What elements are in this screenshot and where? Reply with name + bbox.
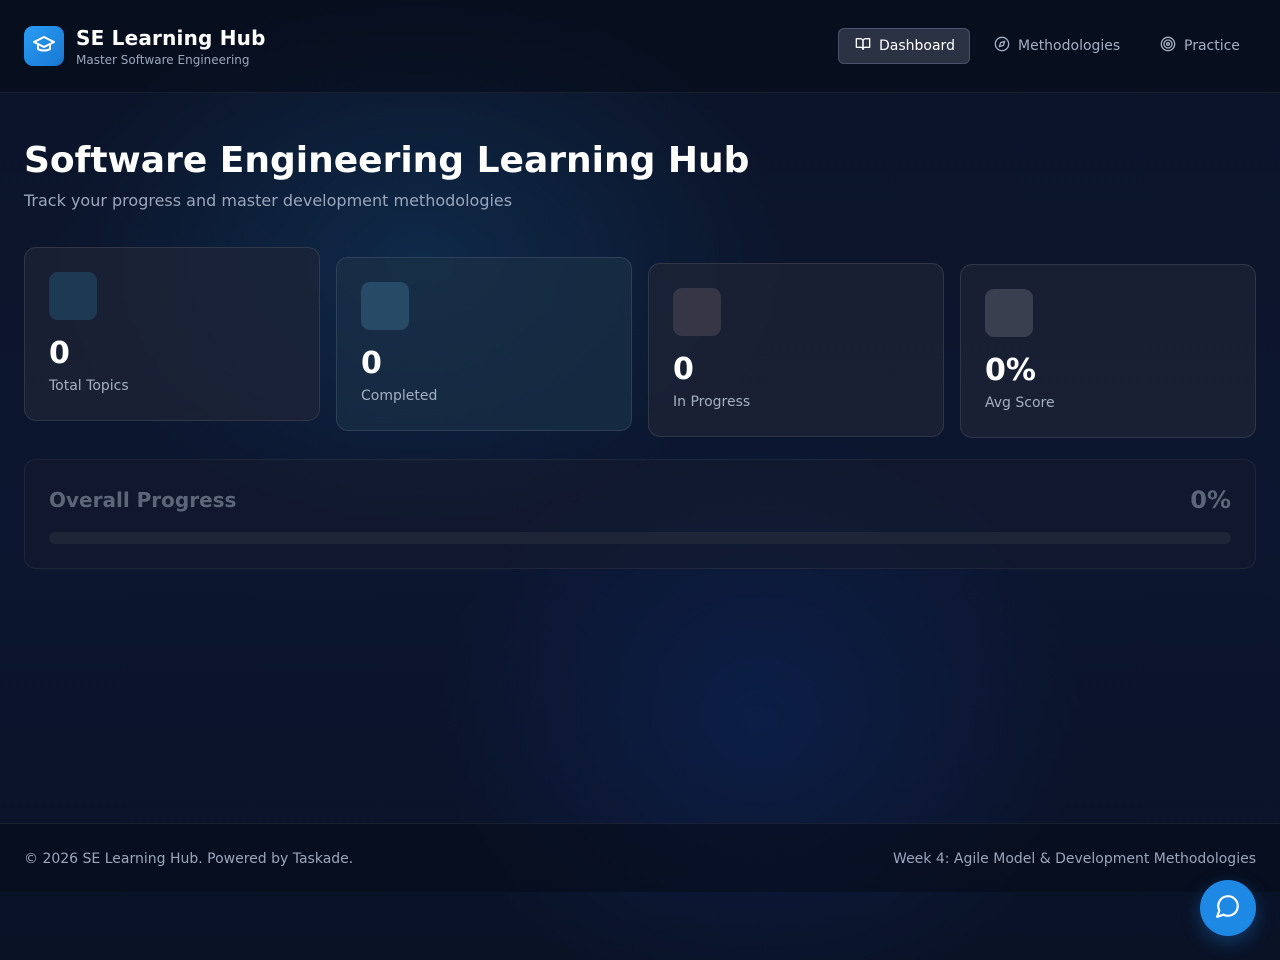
stat-label: In Progress	[673, 394, 751, 410]
stat-value: 0%	[985, 353, 1036, 388]
footer-week-info: Week 4: Agile Model & Development Method…	[893, 851, 1256, 867]
overall-progress-panel: Overall Progress 0%	[24, 459, 1256, 569]
logo[interactable]	[24, 26, 64, 66]
nav-practice-label: Practice	[1184, 38, 1240, 54]
nav-dashboard-label: Dashboard	[879, 38, 955, 54]
nav-dashboard[interactable]: Dashboard	[838, 28, 970, 64]
overall-progress-percent: 0%	[1190, 486, 1231, 514]
stat-label: Total Topics	[49, 378, 129, 394]
overall-progress-bar	[49, 532, 1231, 544]
overall-progress-title: Overall Progress	[49, 488, 237, 512]
app-header: SE Learning Hub Master Software Engineer…	[0, 0, 1280, 93]
chat-bubble-icon	[1215, 893, 1241, 923]
stat-value: 0	[361, 346, 382, 381]
stat-value: 0	[49, 336, 70, 371]
target-icon	[1160, 36, 1176, 56]
brand-subtitle: Master Software Engineering	[76, 53, 250, 67]
total-topics-icon	[49, 272, 97, 320]
app-footer: © 2026 SE Learning Hub. Powered by Taska…	[0, 823, 1280, 892]
stat-label: Avg Score	[985, 395, 1055, 411]
page-title: Software Engineering Learning Hub	[24, 140, 750, 181]
stat-card-in-progress: 0 In Progress	[648, 263, 944, 437]
page-subtitle: Track your progress and master developme…	[24, 191, 513, 210]
stat-label: Completed	[361, 388, 438, 404]
stat-card-completed: 0 Completed	[336, 257, 632, 431]
graduation-cap-icon	[32, 32, 56, 60]
stat-value: 0	[673, 352, 694, 387]
completed-icon	[361, 282, 409, 330]
book-open-icon	[855, 36, 871, 56]
stat-card-total-topics: 0 Total Topics	[24, 247, 320, 421]
nav-practice[interactable]: Practice	[1144, 28, 1256, 64]
avg-score-icon	[985, 289, 1033, 337]
nav-methodologies[interactable]: Methodologies	[978, 28, 1136, 64]
footer-copyright: © 2026 SE Learning Hub. Powered by Taska…	[24, 851, 354, 867]
compass-icon	[994, 36, 1010, 56]
brand-title: SE Learning Hub	[76, 26, 266, 50]
stat-card-avg-score: 0% Avg Score	[960, 264, 1256, 438]
chat-button[interactable]	[1200, 880, 1256, 936]
nav-methodologies-label: Methodologies	[1018, 38, 1121, 54]
in-progress-icon	[673, 288, 721, 336]
